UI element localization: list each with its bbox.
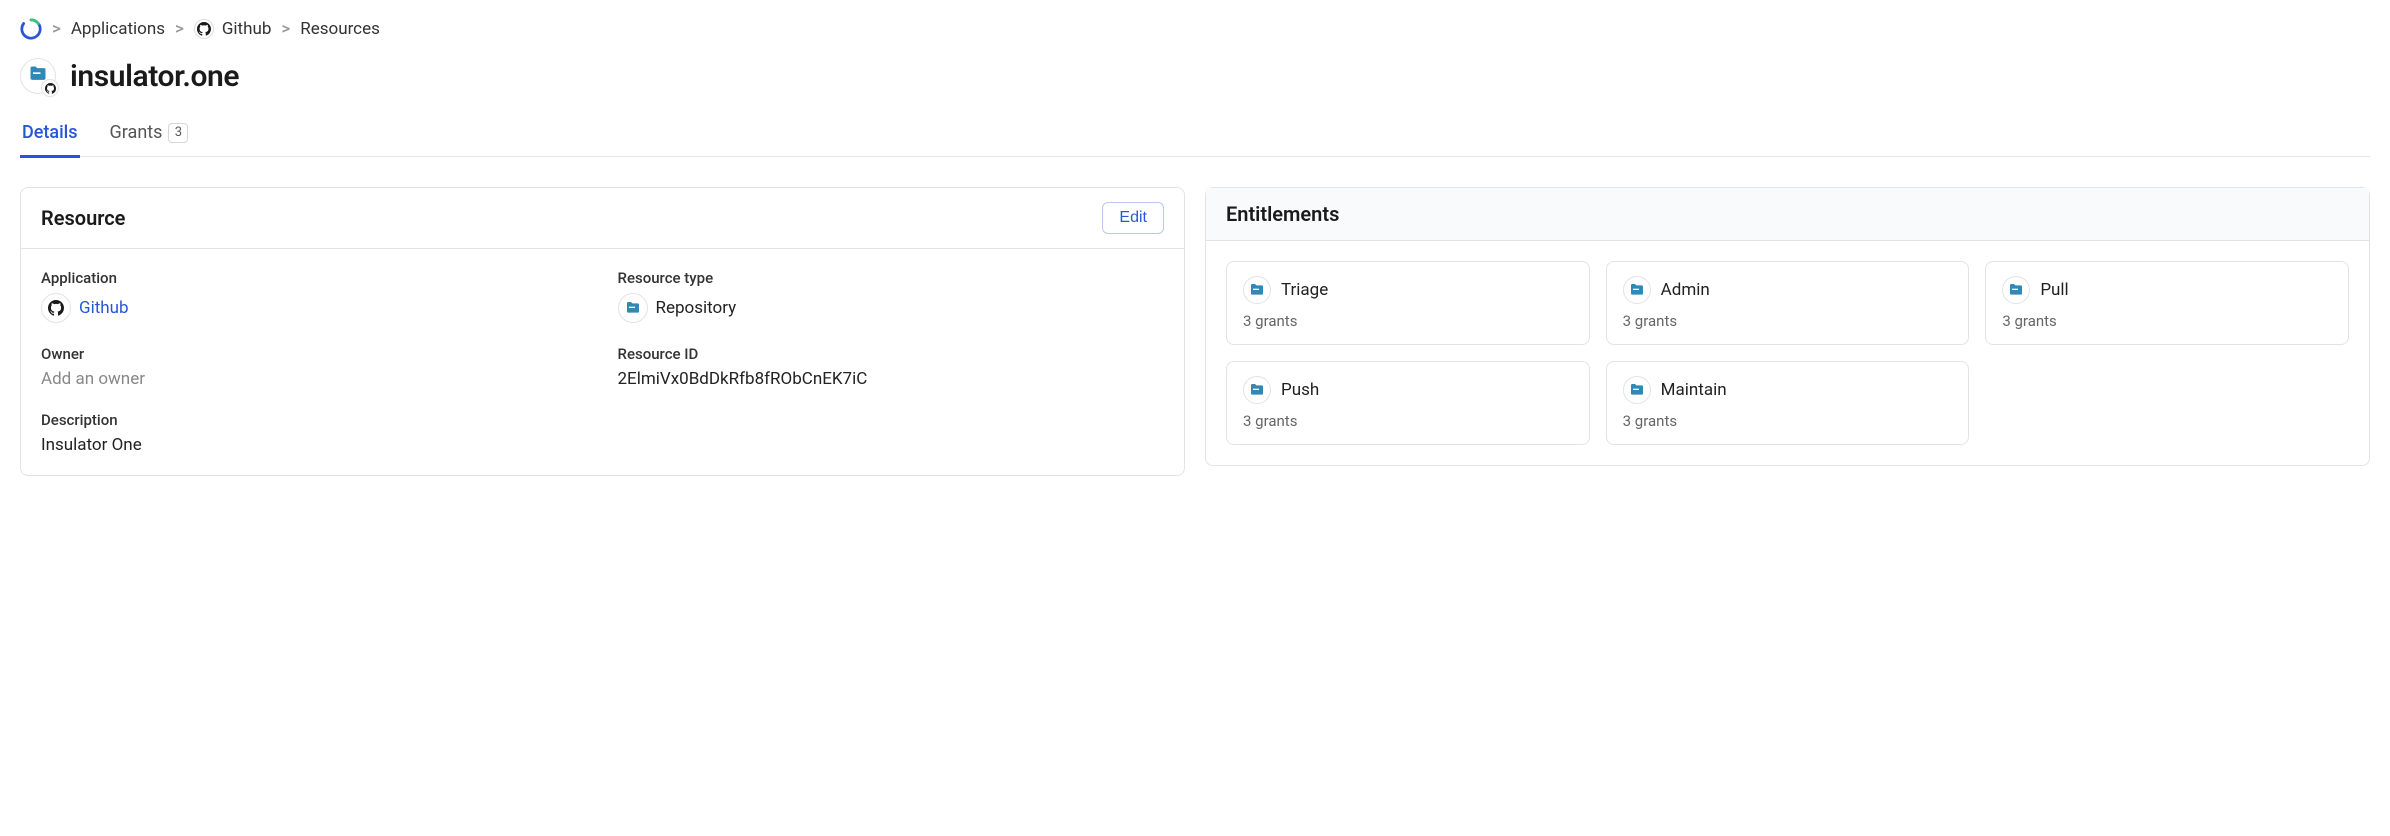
breadcrumb-github[interactable]: Github: [222, 19, 272, 39]
entitlement-grants-count: 3 grants: [1243, 412, 1573, 430]
owner-add-link[interactable]: Add an owner: [41, 369, 588, 389]
resource-panel-header: Resource Edit: [21, 188, 1184, 249]
grants-count-badge: 3: [168, 123, 188, 143]
entitlement-title: Pull: [2040, 280, 2068, 300]
description-value: Insulator One: [41, 435, 1164, 455]
folder-icon: [618, 293, 648, 323]
entitlements-panel-header: Entitlements: [1206, 188, 2369, 241]
entitlement-card[interactable]: Maintain 3 grants: [1606, 361, 1970, 445]
breadcrumb-applications[interactable]: Applications: [71, 19, 165, 39]
page-title-icon: [20, 58, 56, 94]
page-title-row: insulator.one: [20, 58, 2370, 94]
tab-grants[interactable]: Grants 3: [108, 116, 191, 158]
folder-icon: [1623, 376, 1651, 404]
tabs: Details Grants 3: [20, 116, 2370, 157]
folder-icon: [1243, 376, 1271, 404]
entitlements-panel-title: Entitlements: [1226, 202, 1339, 226]
field-resource-type: Resource type Repository: [618, 269, 1165, 323]
tab-label: Grants: [110, 122, 163, 143]
resource-type-value: Repository: [656, 298, 737, 318]
entitlement-title: Triage: [1281, 280, 1328, 300]
field-application: Application Github: [41, 269, 588, 323]
field-description: Description Insulator One: [41, 411, 1164, 455]
field-resource-id: Resource ID 2ElmiVx0BdDkRfb8fRObCnEK7iC: [618, 345, 1165, 389]
app-logo-icon[interactable]: [20, 18, 42, 40]
resource-id-value: 2ElmiVx0BdDkRfb8fRObCnEK7iC: [618, 369, 1165, 389]
panels-container: Resource Edit Application Github Resourc…: [20, 187, 2370, 476]
breadcrumb-separator-icon: >: [175, 19, 184, 39]
breadcrumb-resources[interactable]: Resources: [300, 19, 380, 39]
tab-label: Details: [22, 122, 78, 143]
description-label: Description: [41, 411, 1164, 429]
resource-type-label: Resource type: [618, 269, 1165, 287]
github-icon: [41, 79, 59, 97]
application-label: Application: [41, 269, 588, 287]
entitlement-card[interactable]: Admin 3 grants: [1606, 261, 1970, 345]
entitlement-grants-count: 3 grants: [1243, 312, 1573, 330]
folder-icon: [1243, 276, 1271, 304]
entitlement-grants-count: 3 grants: [1623, 412, 1953, 430]
entitlement-card[interactable]: Push 3 grants: [1226, 361, 1590, 445]
page-title: insulator.one: [70, 59, 239, 94]
tab-details[interactable]: Details: [20, 116, 80, 158]
application-link[interactable]: Github: [79, 298, 129, 318]
github-icon: [194, 19, 214, 39]
entitlement-grants-count: 3 grants: [2002, 312, 2332, 330]
breadcrumb-separator-icon: >: [281, 19, 290, 39]
resource-panel: Resource Edit Application Github Resourc…: [20, 187, 1185, 476]
resource-id-label: Resource ID: [618, 345, 1165, 363]
breadcrumb-separator-icon: >: [52, 19, 61, 39]
entitlement-title: Admin: [1661, 280, 1710, 300]
entitlement-card[interactable]: Pull 3 grants: [1985, 261, 2349, 345]
owner-label: Owner: [41, 345, 588, 363]
folder-icon: [1623, 276, 1651, 304]
entitlement-title: Maintain: [1661, 380, 1727, 400]
entitlement-title: Push: [1281, 380, 1319, 400]
field-owner: Owner Add an owner: [41, 345, 588, 389]
github-icon: [41, 293, 71, 323]
folder-icon: [2002, 276, 2030, 304]
resource-panel-title: Resource: [41, 206, 125, 230]
entitlement-grants-count: 3 grants: [1623, 312, 1953, 330]
entitlements-panel: Entitlements Triage 3 grants Admin 3 grants…: [1205, 187, 2370, 466]
breadcrumb: > Applications > Github > Resources: [20, 18, 2370, 40]
edit-button[interactable]: Edit: [1102, 202, 1164, 234]
entitlement-card[interactable]: Triage 3 grants: [1226, 261, 1590, 345]
